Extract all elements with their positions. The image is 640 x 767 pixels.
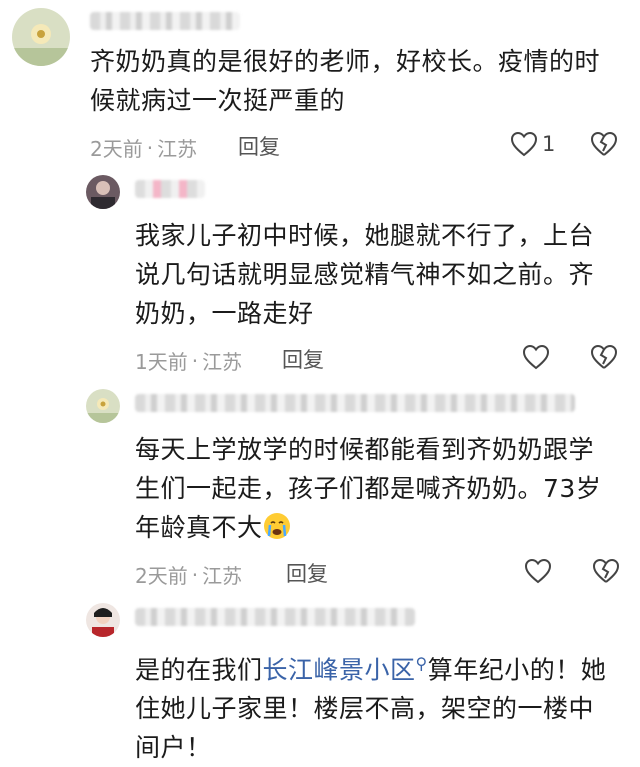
- username-redacted[interactable]: [135, 180, 205, 198]
- like-button[interactable]: [524, 558, 556, 584]
- comment-text: 是的在我们长江峰景小区⚲算年纪小的！她 住她儿子家里！楼层不高，架空的一楼中 间…: [135, 644, 625, 767]
- comment-location: 江苏: [202, 350, 243, 374]
- comment-meta: 1天前 · 江苏: [135, 346, 242, 375]
- reply-button[interactable]: 回复: [286, 558, 328, 588]
- comment-time: 2天前: [90, 137, 143, 161]
- heart-outline-icon: [524, 558, 552, 584]
- comment-text-body: 每天上学放学的时候都能看到齐奶奶跟学 生们一起走，孩子们都是喊齐奶奶。73岁 年…: [135, 435, 602, 542]
- like-button[interactable]: [522, 344, 554, 370]
- location-link[interactable]: 长江峰景小区: [263, 655, 416, 684]
- avatar[interactable]: [12, 8, 70, 66]
- reply-button[interactable]: 回复: [238, 131, 280, 161]
- comment-time: 1天前: [135, 350, 188, 374]
- username-redacted[interactable]: [135, 394, 575, 412]
- broken-heart-icon: [590, 131, 618, 157]
- like-count: 1: [542, 132, 556, 156]
- avatar[interactable]: [86, 603, 120, 637]
- heart-outline-icon: [510, 131, 538, 157]
- dislike-button[interactable]: [590, 344, 618, 370]
- crying-face-emoji: [263, 512, 291, 540]
- comment-time: 2天前: [135, 564, 188, 588]
- search-icon[interactable]: ⚲: [416, 654, 428, 673]
- comment-meta: 2天前 · 江苏: [90, 133, 197, 162]
- heart-outline-icon: [522, 344, 550, 370]
- comment-meta: 2天前 · 江苏: [135, 560, 242, 589]
- like-button[interactable]: 1: [510, 131, 555, 157]
- comment-location: 江苏: [202, 564, 243, 588]
- dislike-button[interactable]: [590, 131, 618, 157]
- avatar[interactable]: [86, 175, 120, 209]
- broken-heart-icon: [592, 558, 620, 584]
- comment-text: 每天上学放学的时候都能看到齐奶奶跟学 生们一起走，孩子们都是喊齐奶奶。73岁 年…: [135, 430, 625, 547]
- comment-text: 我家儿子初中时候，她腿就不行了，上台 说几句话就明显感觉精气神不如之前。齐 奶奶…: [135, 221, 595, 328]
- comment-text: 齐奶奶真的是很好的老师，好校长。疫情的时 候就病过一次挺严重的: [90, 47, 601, 115]
- reply-button[interactable]: 回复: [282, 344, 324, 374]
- avatar[interactable]: [86, 389, 120, 423]
- comment-location: 江苏: [157, 137, 198, 161]
- comment-text-before-link: 是的在我们: [135, 655, 263, 685]
- separator: ·: [191, 348, 199, 373]
- broken-heart-icon: [590, 344, 618, 370]
- separator: ·: [146, 135, 154, 160]
- username-redacted[interactable]: [135, 608, 415, 626]
- dislike-button[interactable]: [592, 558, 620, 584]
- username-redacted[interactable]: [90, 12, 240, 30]
- separator: ·: [191, 562, 199, 587]
